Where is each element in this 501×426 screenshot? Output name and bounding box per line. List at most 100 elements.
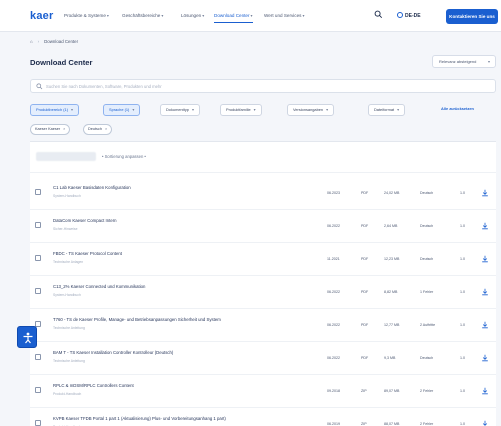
document-category: System-Handbuch [53, 194, 81, 198]
table-row[interactable]: DataCom Kaeser Compact Intern Sicher-Hinw… [30, 210, 496, 243]
contact-button[interactable]: Kontaktieren Sie uns [446, 9, 498, 24]
document-version: 1.0 [460, 323, 465, 327]
document-title[interactable]: C13_2% Kaeser Connected und Kommunikatio… [53, 284, 145, 289]
chevron-down-icon: ▾ [326, 107, 329, 112]
download-icon[interactable] [481, 420, 489, 426]
download-icon[interactable] [481, 189, 489, 197]
row-checkbox[interactable] [35, 387, 41, 393]
document-size: 24,02 MB [384, 191, 400, 195]
table-row[interactable]: C1 Lab Kaeser Basisdaten Konfiguration Sy… [30, 177, 496, 210]
chevron-down-icon: ▾ [487, 59, 490, 64]
row-checkbox[interactable] [35, 420, 41, 426]
document-title[interactable]: C1 Lab Kaeser Basisdaten Konfiguration [53, 185, 131, 190]
brand-logo[interactable]: kaer [30, 10, 53, 22]
row-checkbox[interactable] [35, 288, 41, 294]
filter-product-area[interactable]: Produktbereich (1) ▾ [30, 104, 80, 116]
document-language: Deutsch [420, 191, 434, 195]
active-filter-chip[interactable]: Kaeser Kaeser × [30, 124, 71, 135]
document-language: Deutsch [420, 257, 434, 261]
document-date: 06.2023 [327, 191, 340, 195]
chevron-down-icon: ▾ [71, 107, 74, 112]
document-version: 1.0 [460, 389, 465, 393]
document-version: 1.0 [460, 356, 465, 360]
filter-product-family[interactable]: Produktfamilie ▾ [220, 104, 262, 116]
table-row[interactable]: KVPB Kaeser TFDB Portal 1 part 1 (Aktual… [30, 408, 496, 426]
row-checkbox[interactable] [35, 189, 41, 195]
chevron-down-icon: ▾ [397, 107, 400, 112]
document-category: System-Handbuch [53, 293, 81, 297]
search-icon [36, 83, 43, 90]
document-type: PDF [361, 257, 369, 261]
row-checkbox[interactable] [35, 354, 41, 360]
search-icon[interactable] [374, 10, 383, 19]
document-title[interactable]: T760 - TS de Kaeser Profile, Manage- und… [53, 317, 221, 322]
results-summary: • Sortierung anpassen • [102, 154, 146, 159]
document-title[interactable]: FBDC - TS Kaeser Protocol Content [53, 251, 122, 256]
document-version: 1.0 [460, 224, 465, 228]
document-language: 1 Fehler [420, 290, 434, 294]
download-icon[interactable] [481, 387, 489, 395]
download-icon[interactable] [481, 354, 489, 362]
document-size: 88,07 MB [384, 422, 400, 426]
globe-icon [397, 12, 403, 18]
search-box[interactable] [30, 79, 496, 93]
close-icon[interactable]: × [63, 127, 65, 131]
document-type: PDF [361, 224, 369, 228]
document-type: PDF [361, 191, 369, 195]
document-size: 2,64 MB [384, 224, 398, 228]
download-icon[interactable] [481, 321, 489, 329]
chevron-down-icon: ▾ [302, 13, 305, 18]
row-checkbox[interactable] [35, 222, 41, 228]
document-type: PDF [361, 323, 369, 327]
table-row[interactable]: RPLC & mDSM/RPLC Controllers Content Prod… [30, 375, 496, 408]
chevron-down-icon: ▾ [191, 107, 194, 112]
chevron-down-icon: ▾ [161, 13, 164, 18]
download-icon[interactable] [481, 255, 489, 263]
chevron-down-icon: ▾ [253, 107, 256, 112]
filter-language[interactable]: Sprache (1) ▾ [103, 104, 141, 116]
nav-item-business[interactable]: Geschäftsbereiche▾ [122, 13, 163, 18]
nav-item-products[interactable]: Produkte & Systeme▾ [64, 13, 109, 18]
document-language: Deutsch [420, 224, 434, 228]
table-row[interactable]: T760 - TS de Kaeser Profile, Manage- und… [30, 309, 496, 342]
reset-filters-link[interactable]: Alle zurücksetzen [436, 104, 479, 116]
nav-item-solutions[interactable]: Lösungen▾ [181, 13, 204, 18]
row-checkbox[interactable] [35, 255, 41, 261]
download-icon[interactable] [481, 222, 489, 230]
breadcrumb: ⌂ › Download Center [30, 39, 78, 44]
nav-item-download-center[interactable]: Download Center▾ [214, 13, 253, 23]
accessibility-button[interactable] [17, 326, 37, 348]
page-title: Download Center [30, 58, 93, 67]
document-type: PDF [361, 356, 369, 360]
divider [30, 172, 496, 173]
document-title[interactable]: DataCom Kaeser Compact Intern [53, 218, 117, 223]
table-row[interactable]: C13_2% Kaeser Connected und Kommunikatio… [30, 276, 496, 309]
document-language: 2 Fehler [420, 389, 434, 393]
filter-document-type[interactable]: Dokumenttyp ▾ [160, 104, 200, 116]
breadcrumb-current: Download Center [44, 39, 79, 44]
document-date: 09.2018 [327, 389, 340, 393]
home-icon[interactable]: ⌂ [30, 39, 33, 44]
table-row[interactable]: BAM T - TS Kaeser Installation Controlle… [30, 342, 496, 375]
document-size: 12,23 MB [384, 257, 400, 261]
chevron-down-icon: ▾ [250, 13, 253, 18]
search-input[interactable] [46, 81, 486, 91]
nav-item-services[interactable]: Wert und Services▾ [264, 13, 304, 18]
download-icon[interactable] [481, 288, 489, 296]
filter-file-format[interactable]: Dateiformat ▾ [368, 104, 406, 116]
result-count [36, 152, 96, 161]
document-title[interactable]: BAM T - TS Kaeser Installation Controlle… [53, 350, 173, 355]
sort-select[interactable]: Relevanz absteigend ▾ [432, 55, 496, 68]
document-title[interactable]: KVPB Kaeser TFDB Portal 1 part 1 (Aktual… [53, 416, 226, 421]
filter-version[interactable]: Versionsangaben ▾ [287, 104, 335, 116]
document-type: ZIP [361, 422, 367, 426]
document-title[interactable]: RPLC & mDSM/RPLC Controllers Content [53, 383, 134, 388]
document-size: 8,82 MB [384, 290, 398, 294]
document-size: 12,77 MB [384, 323, 400, 327]
close-icon[interactable]: × [105, 127, 107, 131]
document-date: 06.2022 [327, 290, 340, 294]
active-filter-chip[interactable]: Deutsch × [83, 124, 113, 135]
language-selector[interactable]: DE-DE [397, 12, 421, 19]
table-row[interactable]: FBDC - TS Kaeser Protocol Content Technis… [30, 243, 496, 276]
chevron-right-icon: › [37, 39, 40, 44]
